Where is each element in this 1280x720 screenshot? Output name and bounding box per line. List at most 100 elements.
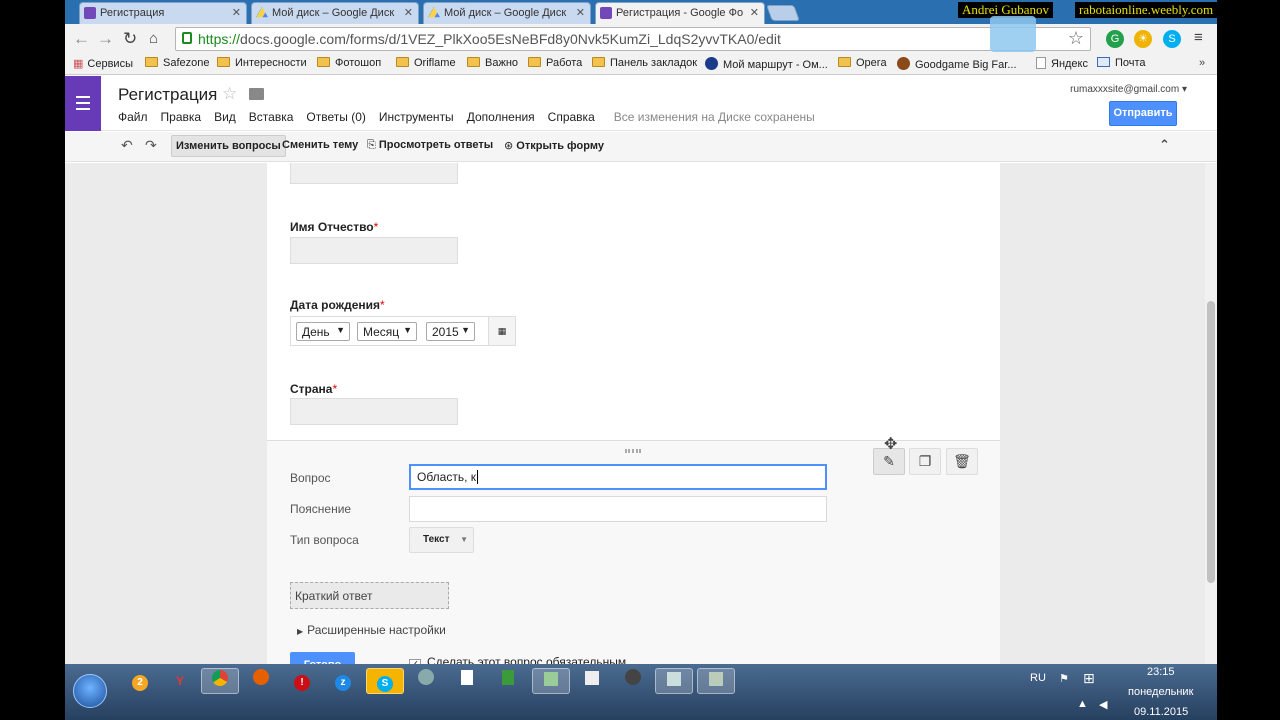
menu-view[interactable]: Вид [214,110,236,124]
bookmark-item[interactable]: Работа [528,57,582,69]
question-title-input[interactable]: Область, к [409,464,827,490]
address-bar[interactable]: https://docs.google.com/forms/d/1VEZ_Plk… [175,27,1091,51]
extension-icon[interactable]: G [1106,30,1124,48]
bookmark-item[interactable]: Важно [467,57,518,69]
question-type-select[interactable]: Текст ▼ [409,527,474,553]
bookmark-item[interactable]: Яндекс [1036,57,1088,70]
undo-icon[interactable]: ↶ [121,137,133,154]
taskbar-app-icon[interactable]: 2 [121,668,159,694]
windows-icon[interactable]: ⊞ [1083,670,1095,687]
extension-icon[interactable]: ☀ [1134,30,1152,48]
calendar-icon[interactable]: ▦ [488,317,515,345]
month-select[interactable]: Месяц ▼ [357,322,417,341]
duplicate-icon[interactable]: ❐ [909,448,941,475]
menu-tools[interactable]: Инструменты [379,110,454,124]
chrome-icon[interactable] [201,668,239,694]
opera-icon[interactable]: ! [283,668,321,694]
flag-icon[interactable]: ⚑ [1059,672,1069,685]
close-icon[interactable]: ✕ [404,6,413,19]
tab-registration-1[interactable]: Регистрация ✕ [79,2,247,24]
close-icon[interactable]: ✕ [750,6,759,19]
advanced-settings-toggle[interactable]: ▶ Расширенные настройки [297,623,446,637]
cloud-upload-icon[interactable] [990,16,1036,52]
close-icon[interactable]: ✕ [576,6,585,19]
tab-drive-2[interactable]: Мой диск – Google Диск ✕ [423,2,591,24]
close-icon[interactable]: ✕ [232,6,241,19]
delete-trash-icon[interactable]: 🗑 [946,448,978,475]
menu-icon[interactable]: ≡ [1194,29,1203,46]
menu-edit[interactable]: Правка [161,110,202,124]
collapse-icon[interactable]: ⌃ [1159,137,1170,153]
help-text-input[interactable] [409,496,827,522]
bookmark-item[interactable]: Интересности [217,57,307,69]
yandex-browser-icon[interactable]: Y [161,668,199,694]
send-button[interactable]: Отправить [1109,101,1177,126]
firefox-icon[interactable] [242,668,280,694]
vertical-scrollbar[interactable] [1205,163,1217,664]
bookmark-item[interactable]: Safezone [145,57,209,69]
reload-icon[interactable]: ↻ [123,29,137,49]
bookmark-apps[interactable]: ▦ Сервисы [73,57,133,70]
forms-toolbar: ↶ ↷ Изменить вопросы Сменить тему ⎘ Прос… [65,132,1217,162]
bookmark-item[interactable]: Панель закладок [592,57,697,69]
app-icon[interactable]: z [324,668,362,694]
home-icon[interactable]: ⌂ [149,30,158,47]
network-icon[interactable]: ▲ [1077,698,1088,710]
redo-icon[interactable]: ↷ [145,137,157,154]
star-icon[interactable]: ☆ [222,84,237,104]
clock-time[interactable]: 23:15 [1147,666,1175,678]
folder-icon [317,57,330,67]
menu-insert[interactable]: Вставка [249,110,294,124]
spreadsheet-icon[interactable] [489,668,527,694]
app-icon[interactable] [407,668,445,694]
question-title[interactable]: Имя Отчество* [290,220,378,234]
document-title[interactable]: Регистрация [118,85,217,105]
more-bookmarks-icon[interactable]: » [1199,57,1205,69]
bookmark-item[interactable]: Oriflame [396,57,456,69]
bookmark-item[interactable]: Opera [838,57,887,69]
scrollbar-thumb[interactable] [1207,301,1215,583]
edit-questions-button[interactable]: Изменить вопросы [171,135,286,157]
date-picker: День ▼ Месяц ▼ 2015 ▼ ▦ [290,316,516,346]
forms-app-icon[interactable] [65,76,101,131]
question-title[interactable]: Дата рождения* [290,298,385,312]
app-icon[interactable] [532,668,570,694]
bookmark-star-icon[interactable]: ☆ [1068,28,1084,49]
tab-registration-active[interactable]: Регистрация - Google Фо ✕ [595,2,765,24]
start-button[interactable] [73,674,107,708]
app-icon[interactable] [697,668,735,694]
menu-responses[interactable]: Ответы (0) [306,110,365,124]
skype-taskbar-icon[interactable]: S [366,668,404,694]
app-icon[interactable] [614,668,652,694]
day-select[interactable]: День ▼ [296,322,350,341]
required-toggle[interactable]: ✓Сделать этот вопрос обязательным [409,655,626,664]
app-icon[interactable] [655,668,693,694]
volume-icon[interactable]: ◀ [1099,698,1107,711]
route-icon [705,57,718,70]
change-theme-button[interactable]: Сменить тему [282,139,358,151]
menu-file[interactable]: Файл [118,110,148,124]
app-icon[interactable] [573,668,611,694]
menu-addons[interactable]: Дополнения [467,110,535,124]
bookmark-item[interactable]: Фотошоп [317,57,381,69]
bookmark-item[interactable]: Goodgame Big Far... [897,57,1017,71]
menu-help[interactable]: Справка [548,110,595,124]
language-indicator[interactable]: RU [1030,672,1046,684]
year-select[interactable]: 2015 ▼ [426,322,475,341]
new-tab-button[interactable] [766,5,800,21]
skype-icon[interactable]: S [1163,30,1181,48]
drag-handle[interactable] [625,449,641,453]
document-icon[interactable] [448,668,486,694]
tab-drive-1[interactable]: Мой диск – Google Диск ✕ [251,2,419,24]
question-title[interactable]: Страна* [290,382,337,396]
open-form-button[interactable]: ⊛ Открыть форму [504,139,604,152]
forward-icon[interactable]: → [97,29,114,49]
view-responses-button[interactable]: ⎘ Просмотреть ответы [367,139,493,152]
back-icon[interactable]: ← [73,29,90,49]
done-button[interactable]: Готово [290,652,355,664]
account-email[interactable]: rumaxxxsite@gmail.com ▾ [1070,84,1187,95]
bookmark-item[interactable]: Почта [1097,57,1146,69]
folder-icon[interactable] [249,88,264,100]
text-answer-preview [290,237,458,264]
bookmark-item[interactable]: Мой маршрут - Ом... [705,57,828,71]
